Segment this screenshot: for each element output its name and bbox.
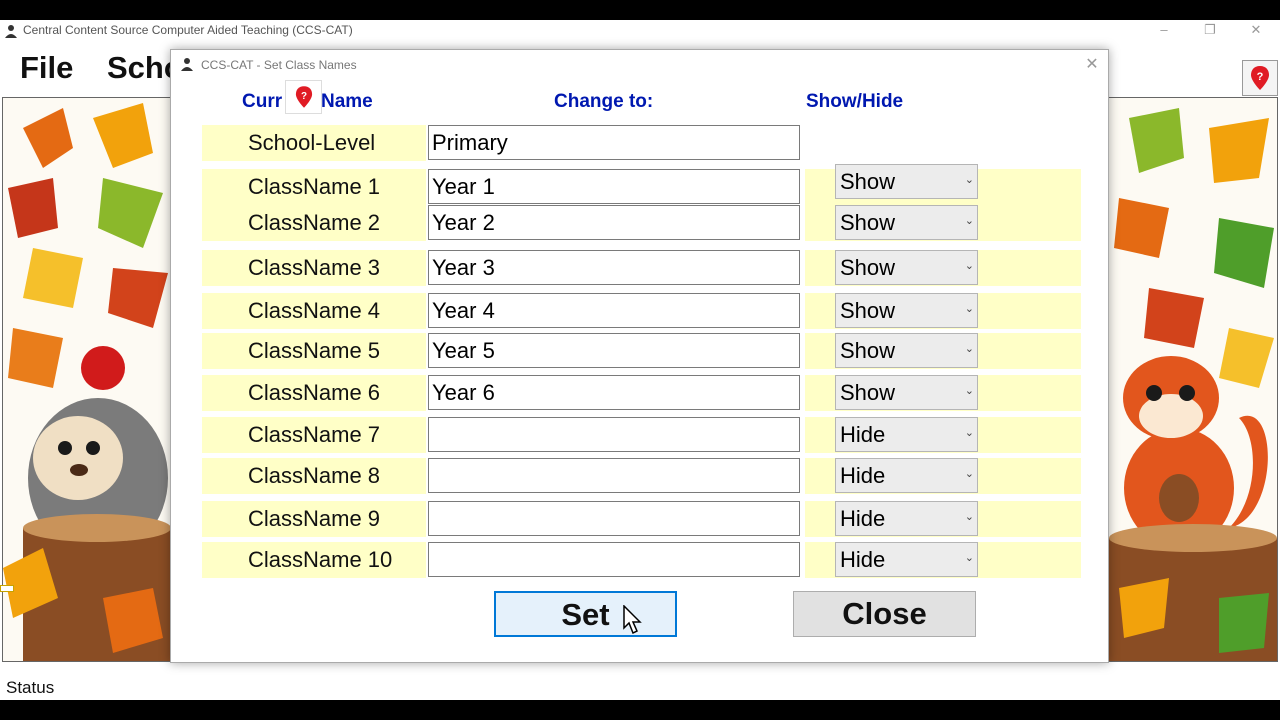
status-text: Status (6, 678, 55, 697)
class-2-label: ClassName 2 (248, 210, 381, 235)
restore-button[interactable]: ❐ (1187, 20, 1233, 42)
header-change-to: Change to: (554, 91, 654, 112)
class-3-visibility-select[interactable]: Show ⌄ (835, 250, 978, 285)
title-bar: Central Content Source Computer Aided Te… (0, 20, 1280, 42)
screen: Central Content Source Computer Aided Te… (0, 0, 1280, 720)
svg-text:?: ? (1257, 71, 1264, 83)
class-1-name-input[interactable]: Year 1 (428, 169, 800, 204)
class-5-label-cell: ClassName 5 (202, 333, 426, 369)
chevron-down-icon: ⌄ (964, 174, 974, 186)
class-8-name-input[interactable] (428, 458, 800, 493)
chevron-down-icon: ⌄ (964, 260, 974, 272)
class-6-name-input[interactable]: Year 6 (428, 375, 800, 410)
location-pin-button[interactable]: ? (1242, 60, 1278, 96)
edge-handle (0, 585, 14, 592)
class-5-label: ClassName 5 (248, 338, 381, 363)
chevron-down-icon: ⌄ (964, 303, 974, 315)
class-1-visibility-select[interactable]: Show ⌄ (835, 164, 978, 199)
class-10-name-input[interactable] (428, 542, 800, 577)
class-2-visibility-value: Show (840, 210, 896, 235)
class-7-visibility-value: Hide (840, 422, 886, 447)
class-6-label: ClassName 6 (248, 380, 381, 405)
class-10-visibility-select[interactable]: Hide ⌄ (835, 542, 978, 577)
class-1-visibility-value: Show (840, 169, 896, 194)
dialog-title-bar: CCS-CAT - Set Class Names ✕ (171, 50, 1108, 80)
class-4-visibility-select[interactable]: Show ⌄ (835, 293, 978, 328)
class-3-label-cell: ClassName 3 (202, 250, 426, 286)
app-icon (5, 25, 17, 38)
set-button[interactable]: Set (494, 591, 677, 637)
app-icon (181, 58, 193, 71)
class-5-visibility-select[interactable]: Show ⌄ (835, 333, 978, 368)
close-button[interactable]: Close (793, 591, 976, 637)
class-9-label: ClassName 9 (248, 506, 381, 531)
class-2-label-cell: ClassName 2 (202, 205, 426, 241)
chevron-down-icon: ⌄ (964, 511, 974, 523)
class-9-visibility-value: Hide (840, 506, 886, 531)
header-show-hide: Show/Hide (806, 91, 904, 112)
dialog-close-button[interactable]: ✕ (1079, 54, 1105, 74)
chevron-down-icon: ⌄ (964, 215, 974, 227)
class-8-visibility-select[interactable]: Hide ⌄ (835, 458, 978, 493)
class-1-label: ClassName 1 (248, 174, 381, 199)
svg-text:?: ? (300, 91, 306, 102)
window-title: Central Content Source Computer Aided Te… (23, 23, 353, 37)
autumn-leaves-squirrel-decoration (1109, 98, 1277, 661)
header-current-right: Name (321, 91, 373, 112)
chevron-down-icon: ⌄ (964, 427, 974, 439)
class-9-label-cell: ClassName 9 (202, 501, 426, 537)
set-class-names-dialog: CCS-CAT - Set Class Names ✕ Curr Name ? … (170, 49, 1109, 663)
map-pin-icon: ? (295, 86, 312, 108)
class-2-name-input[interactable]: Year 2 (428, 205, 800, 240)
class-4-label-cell: ClassName 4 (202, 293, 426, 329)
class-4-name-input[interactable]: Year 4 (428, 293, 800, 328)
chevron-down-icon: ⌄ (964, 468, 974, 480)
class-3-visibility-value: Show (840, 255, 896, 280)
class-10-label-cell: ClassName 10 (202, 542, 426, 578)
location-pin-badge[interactable]: ? (285, 80, 322, 114)
class-3-label: ClassName 3 (248, 255, 381, 280)
school-level-label: School-Level (248, 130, 376, 155)
class-7-visibility-select[interactable]: Hide ⌄ (835, 417, 978, 452)
chevron-down-icon: ⌄ (964, 552, 974, 564)
dialog-title: CCS-CAT - Set Class Names (201, 58, 357, 72)
class-3-name-input[interactable]: Year 3 (428, 250, 800, 285)
class-1-label-cell: ClassName 1 (202, 169, 426, 205)
map-pin-icon: ? (1251, 66, 1269, 90)
class-7-name-input[interactable] (428, 417, 800, 452)
class-6-visibility-value: Show (840, 380, 896, 405)
class-10-visibility-value: Hide (840, 547, 886, 572)
class-8-label-cell: ClassName 8 (202, 458, 426, 494)
class-7-label: ClassName 7 (248, 422, 381, 447)
class-7-label-cell: ClassName 7 (202, 417, 426, 453)
class-9-visibility-select[interactable]: Hide ⌄ (835, 501, 978, 536)
close-window-button[interactable]: ✕ (1233, 20, 1279, 42)
status-bar: Status (0, 675, 1280, 700)
menu-file[interactable]: File (20, 50, 73, 86)
autumn-leaves-hedgehog-decoration (3, 98, 171, 661)
class-5-visibility-value: Show (840, 338, 896, 363)
mouse-cursor-icon (623, 605, 642, 635)
header-current-left: Curr (242, 91, 283, 112)
class-8-label: ClassName 8 (248, 463, 381, 488)
class-10-label: ClassName 10 (248, 547, 393, 572)
school-level-label-cell: School-Level (202, 125, 426, 161)
class-4-visibility-value: Show (840, 298, 896, 323)
class-2-visibility-select[interactable]: Show ⌄ (835, 205, 978, 240)
class-4-label: ClassName 4 (248, 298, 381, 323)
class-9-name-input[interactable] (428, 501, 800, 536)
class-5-name-input[interactable]: Year 5 (428, 333, 800, 368)
class-6-label-cell: ClassName 6 (202, 375, 426, 411)
minimize-button[interactable]: – (1141, 20, 1187, 42)
school-level-input[interactable]: Primary (428, 125, 800, 160)
chevron-down-icon: ⌄ (964, 385, 974, 397)
class-8-visibility-value: Hide (840, 463, 886, 488)
class-6-visibility-select[interactable]: Show ⌄ (835, 375, 978, 410)
chevron-down-icon: ⌄ (964, 343, 974, 355)
